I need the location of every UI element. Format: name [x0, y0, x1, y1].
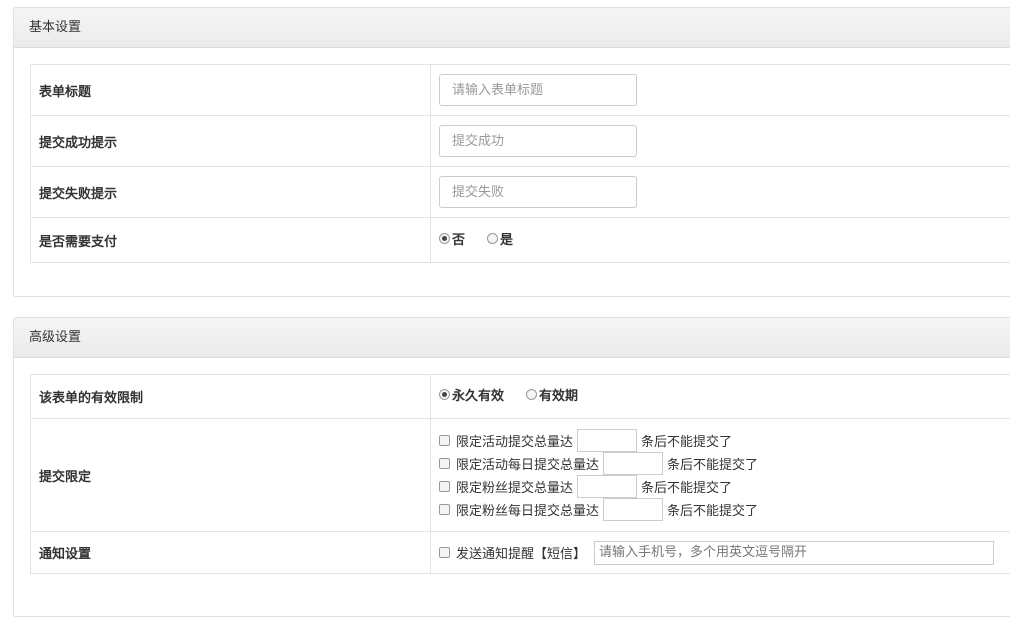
payment-option-yes-label: 是	[500, 232, 514, 248]
limits-cell: 限定活动提交总量达 条后不能提交了 限定活动每日提交总量达 条后不能提交了 限定…	[431, 419, 1010, 531]
limit-fans-total-input[interactable]	[577, 475, 638, 498]
limit-fans-total: 限定粉丝提交总量达 条后不能提交了	[439, 475, 732, 498]
payment-row: 是否需要支付 否 是	[31, 218, 1010, 262]
validity-option-permanent-label: 永久有效	[452, 389, 505, 404]
limits-row: 提交限定 限定活动提交总量达 条后不能提交了 限定活动每日提交总量达 条后不能提…	[31, 419, 1010, 532]
success-tip-label: 提交成功提示	[31, 116, 431, 166]
validity-options: 永久有效 有效期	[431, 375, 1010, 418]
limit-activity-total-suffix: 条后不能提交了	[641, 435, 733, 450]
limit-activity-daily-checkbox[interactable]	[439, 458, 450, 469]
radio-checked-icon[interactable]	[439, 389, 450, 400]
advanced-settings-grid: 该表单的有效限制 永久有效 有效期 提交限定 限定活动提交总量达 条后不能提交了…	[30, 374, 1010, 574]
form-title-cell	[431, 65, 1010, 115]
limit-activity-daily-text: 限定活动每日提交总量达	[456, 458, 600, 473]
basic-settings-title: 基本设置	[14, 8, 1010, 48]
limit-activity-total-input[interactable]	[577, 429, 638, 452]
form-title-input[interactable]	[439, 74, 637, 106]
success-tip-input[interactable]	[439, 125, 637, 157]
limit-fans-daily-checkbox[interactable]	[439, 504, 450, 515]
limit-fans-daily-suffix: 条后不能提交了	[667, 504, 759, 519]
success-tip-row: 提交成功提示	[31, 116, 1010, 167]
validity-option-period-label: 有效期	[539, 389, 579, 404]
basic-settings-panel: 基本设置 表单标题 提交成功提示 提交失败提示 是否需要支付 否	[13, 7, 1010, 297]
notify-row: 通知设置 发送通知提醒【短信】	[31, 532, 1010, 573]
notify-label: 通知设置	[31, 532, 431, 573]
fail-tip-input[interactable]	[439, 176, 637, 208]
limit-activity-daily: 限定活动每日提交总量达 条后不能提交了	[439, 452, 758, 475]
limit-fans-daily-input[interactable]	[603, 498, 664, 521]
limits-label: 提交限定	[31, 419, 431, 531]
basic-settings-grid: 表单标题 提交成功提示 提交失败提示 是否需要支付 否	[30, 64, 1010, 263]
validity-row: 该表单的有效限制 永久有效 有效期	[31, 375, 1010, 419]
limit-activity-total: 限定活动提交总量达 条后不能提交了	[439, 429, 732, 452]
limit-activity-daily-suffix: 条后不能提交了	[667, 458, 759, 473]
radio-unchecked-icon[interactable]	[526, 389, 538, 400]
fail-tip-label: 提交失败提示	[31, 167, 431, 217]
radio-checked-icon[interactable]	[439, 232, 450, 244]
limit-fans-total-text: 限定粉丝提交总量达	[456, 481, 574, 496]
success-tip-cell	[431, 116, 1010, 166]
limit-activity-daily-input[interactable]	[603, 452, 664, 475]
advanced-settings-title: 高级设置	[14, 318, 1010, 358]
notify-phone-input[interactable]	[594, 540, 995, 565]
payment-option-yes[interactable]: 是	[487, 229, 513, 248]
notify-checkbox-text: 发送通知提醒【短信】	[456, 547, 587, 562]
validity-option-permanent[interactable]: 永久有效	[439, 385, 504, 404]
payment-option-no-label: 否	[452, 232, 466, 248]
validity-label: 该表单的有效限制	[31, 375, 431, 418]
notify-checkbox[interactable]	[439, 547, 450, 558]
limit-fans-daily-text: 限定粉丝每日提交总量达	[456, 504, 600, 519]
limit-fans-total-checkbox[interactable]	[439, 481, 450, 492]
limit-fans-daily: 限定粉丝每日提交总量达 条后不能提交了	[439, 498, 758, 521]
advanced-settings-panel: 高级设置 该表单的有效限制 永久有效 有效期 提交限定 限定活动提交总量达 条后…	[13, 317, 1010, 617]
radio-unchecked-icon[interactable]	[487, 232, 499, 244]
validity-option-period[interactable]: 有效期	[526, 385, 578, 404]
payment-option-no[interactable]: 否	[439, 229, 465, 248]
form-title-label: 表单标题	[31, 65, 431, 115]
limit-fans-total-suffix: 条后不能提交了	[641, 481, 733, 496]
payment-label: 是否需要支付	[31, 218, 431, 262]
payment-options: 否 是	[431, 218, 1010, 262]
limit-activity-total-text: 限定活动提交总量达	[456, 435, 574, 450]
notify-cell: 发送通知提醒【短信】	[431, 532, 1010, 573]
limit-activity-total-checkbox[interactable]	[439, 435, 450, 446]
form-title-row: 表单标题	[31, 65, 1010, 116]
fail-tip-row: 提交失败提示	[31, 167, 1010, 218]
fail-tip-cell	[431, 167, 1010, 217]
